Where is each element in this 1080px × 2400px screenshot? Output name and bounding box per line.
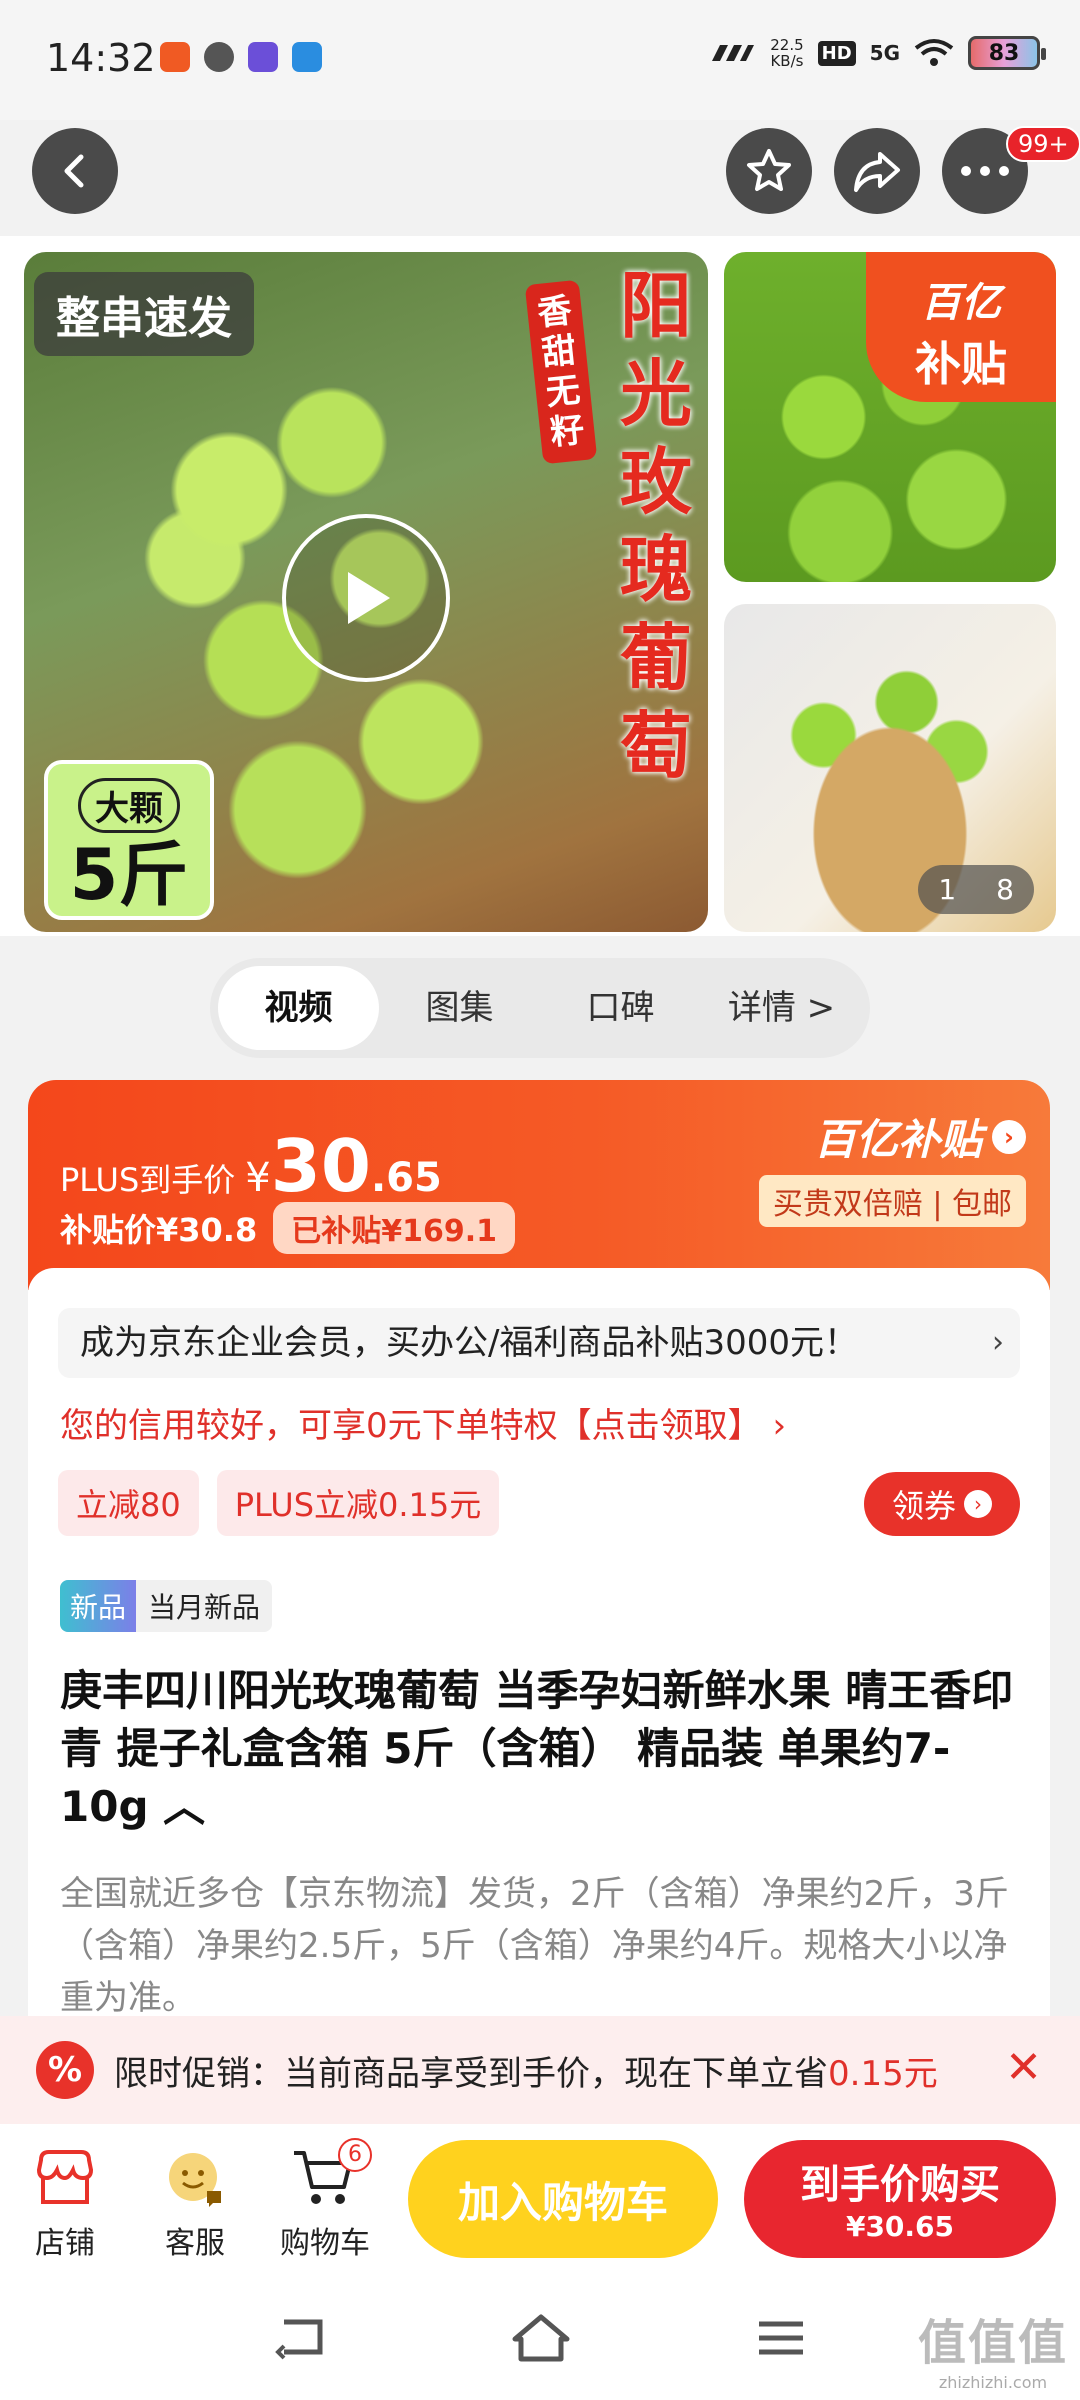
promo-text: 限时促销：当前商品享受到手价，现在下单立省0.15元 [114, 2053, 938, 2094]
wifi-icon [914, 39, 954, 66]
service-label: 客服 [165, 2226, 225, 2261]
status-indicators: 22.5 KB/s HD 5G 83 [706, 36, 1046, 70]
credit-offer-link[interactable]: 您的信用较好，可享0元下单特权【点击领取】 › [60, 1398, 786, 1447]
play-icon [348, 572, 390, 624]
notification-badge: 99+ [1006, 126, 1080, 162]
app-notification-icon [160, 42, 190, 72]
media-tabs: 视频 图集 口碑 详情 > [210, 958, 870, 1058]
customer-service-icon [140, 2138, 250, 2218]
image-counter: 1 8 [918, 865, 1034, 914]
status-bar: 14:32 22.5 KB/s HD 5G 83 [0, 0, 1080, 120]
chevron-right-icon: › [992, 1325, 1004, 1360]
price-banner: PLUS到手价 ¥ 30 .65 补贴价¥30.8 已补贴¥169.1 百亿补贴… [28, 1080, 1050, 1290]
price-decimal: .65 [370, 1155, 442, 1201]
app-notification-icon [248, 42, 278, 72]
watermark: 值值值 zhizhizhi.com [918, 2303, 1068, 2392]
play-button[interactable] [282, 514, 450, 682]
system-nav-bar: 值值值 zhizhizhi.com [0, 2274, 1080, 2400]
app-notification-icon [292, 42, 322, 72]
plus-price: PLUS到手价 ¥ 30 .65 [60, 1124, 442, 1208]
subsidy-brand-title: 百亿补贴 › [759, 1106, 1026, 1167]
main-product-video[interactable]: 整串速发 香甜无籽 阳光玫瑰葡萄 大颗 5斤 [24, 252, 708, 932]
store-icon [10, 2138, 120, 2218]
get-coupon-button[interactable]: 领券 › [864, 1472, 1020, 1536]
discount-icon: % [36, 2041, 94, 2099]
guarantee-label: 买贵双倍赔 | 包邮 [758, 1175, 1026, 1227]
size-tag: 大颗 5斤 [44, 760, 214, 920]
customer-service-button[interactable]: 客服 [140, 2138, 250, 2262]
nav-recent-button[interactable] [746, 2308, 816, 2368]
close-button[interactable]: ✕ [1005, 2042, 1042, 2093]
bottom-action-bar: 店铺 客服 购物车 6 加入购物车 到手价购买 ¥30.65 [0, 2124, 1080, 2274]
back-button[interactable] [32, 128, 118, 214]
plus-price-label: PLUS到手价 [60, 1161, 236, 1199]
size-tag-small: 大颗 [78, 778, 180, 833]
new-tag: 新品 [60, 1580, 137, 1632]
cart-button[interactable]: 购物车 6 [270, 2138, 380, 2262]
product-description: 全国就近多仓【京东物流】发货，2斤（含箱）净果约2斤，3斤（含箱）净果约2.5斤… [60, 1874, 1009, 2018]
size-tag-weight: 5斤 [69, 834, 189, 916]
watermark-url: zhizhizhi.com [938, 2373, 1048, 2392]
price-integer: 30 [270, 1124, 371, 1208]
gallery-thumbnail[interactable]: 百亿 补贴 [724, 252, 1056, 582]
status-time: 14:32 [46, 36, 156, 80]
tab-gallery[interactable]: 图集 [379, 966, 540, 1050]
chevron-right-icon: › [992, 1119, 1026, 1154]
tab-video[interactable]: 视频 [218, 966, 379, 1050]
signal-5g-icon: 5G [869, 41, 900, 65]
speed-icon [712, 45, 755, 61]
menu-icon [759, 2321, 803, 2355]
cart-count-badge: 6 [338, 2138, 372, 2172]
app-notification-icon [204, 42, 234, 72]
promo-banner: % 限时促销：当前商品享受到手价，现在下单立省0.15元 ✕ [0, 2016, 1080, 2124]
gallery-thumbnail[interactable]: 1 8 [724, 604, 1056, 932]
nav-back-icon [275, 2319, 323, 2360]
product-image-title: 阳光玫瑰葡萄 [619, 264, 692, 788]
coupon-list: 立减80 PLUS立减0.15元 [58, 1470, 500, 1536]
battery-icon: 83 [968, 36, 1046, 70]
product-title[interactable]: 庚丰四川阳光玫瑰葡萄 当季孕妇新鲜水果 晴王香印青 提子礼盒含箱 5斤（含箱） … [60, 1662, 1020, 1836]
store-button[interactable]: 店铺 [10, 2138, 120, 2262]
home-icon [512, 2314, 570, 2362]
nav-back-button[interactable] [266, 2308, 336, 2368]
nav-home-button[interactable] [506, 2308, 576, 2368]
coupon-tag: PLUS立减0.15元 [216, 1470, 500, 1536]
subsidy-badge: 百亿 补贴 [866, 252, 1056, 402]
enterprise-member-banner[interactable]: 成为京东企业会员，买办公/福利商品补贴3000元！ › [58, 1308, 1020, 1378]
cart-label: 购物车 [280, 2226, 370, 2261]
share-button[interactable] [834, 128, 920, 214]
new-product-tags: 新品 当月新品 [60, 1580, 273, 1632]
back-arrow-icon [64, 154, 84, 188]
currency-symbol: ¥ [245, 1155, 271, 1201]
share-icon [854, 152, 900, 192]
store-label: 店铺 [35, 2226, 95, 2261]
chevron-right-icon: › [964, 1490, 992, 1518]
buy-now-button[interactable]: 到手价购买 ¥30.65 [744, 2140, 1056, 2258]
subsidized-amount: 已补贴¥169.1 [273, 1202, 516, 1254]
shipping-tag: 整串速发 [34, 272, 254, 356]
tab-details[interactable]: 详情 > [701, 966, 862, 1050]
star-icon [747, 149, 791, 191]
favorite-button[interactable] [726, 128, 812, 214]
subsidy-row: 补贴价¥30.8 已补贴¥169.1 [60, 1202, 516, 1254]
enterprise-text: 成为京东企业会员，买办公/福利商品补贴3000元！ [80, 1323, 858, 1363]
net-speed: 22.5 KB/s [770, 36, 804, 70]
seedless-label: 香甜无籽 [524, 279, 598, 465]
product-detail-card: 成为京东企业会员，买办公/福利商品补贴3000元！ › 您的信用较好，可享0元下… [28, 1268, 1050, 2028]
subsidy-brand[interactable]: 百亿补贴 › 买贵双倍赔 | 包邮 [758, 1106, 1026, 1227]
add-to-cart-button[interactable]: 加入购物车 [408, 2140, 718, 2258]
hd-icon: HD [817, 40, 856, 66]
tab-reviews[interactable]: 口碑 [540, 966, 701, 1050]
more-dots-icon [961, 166, 1009, 176]
product-gallery: 整串速发 香甜无籽 阳光玫瑰葡萄 大颗 5斤 百亿 补贴 1 8 [0, 236, 1080, 936]
coupon-tag: 立减80 [58, 1470, 199, 1536]
monthly-new-tag: 当月新品 [136, 1580, 273, 1632]
subsidy-price: 补贴价¥30.8 [60, 1211, 258, 1249]
watermark-logo: 值值值 [917, 2315, 1068, 2371]
